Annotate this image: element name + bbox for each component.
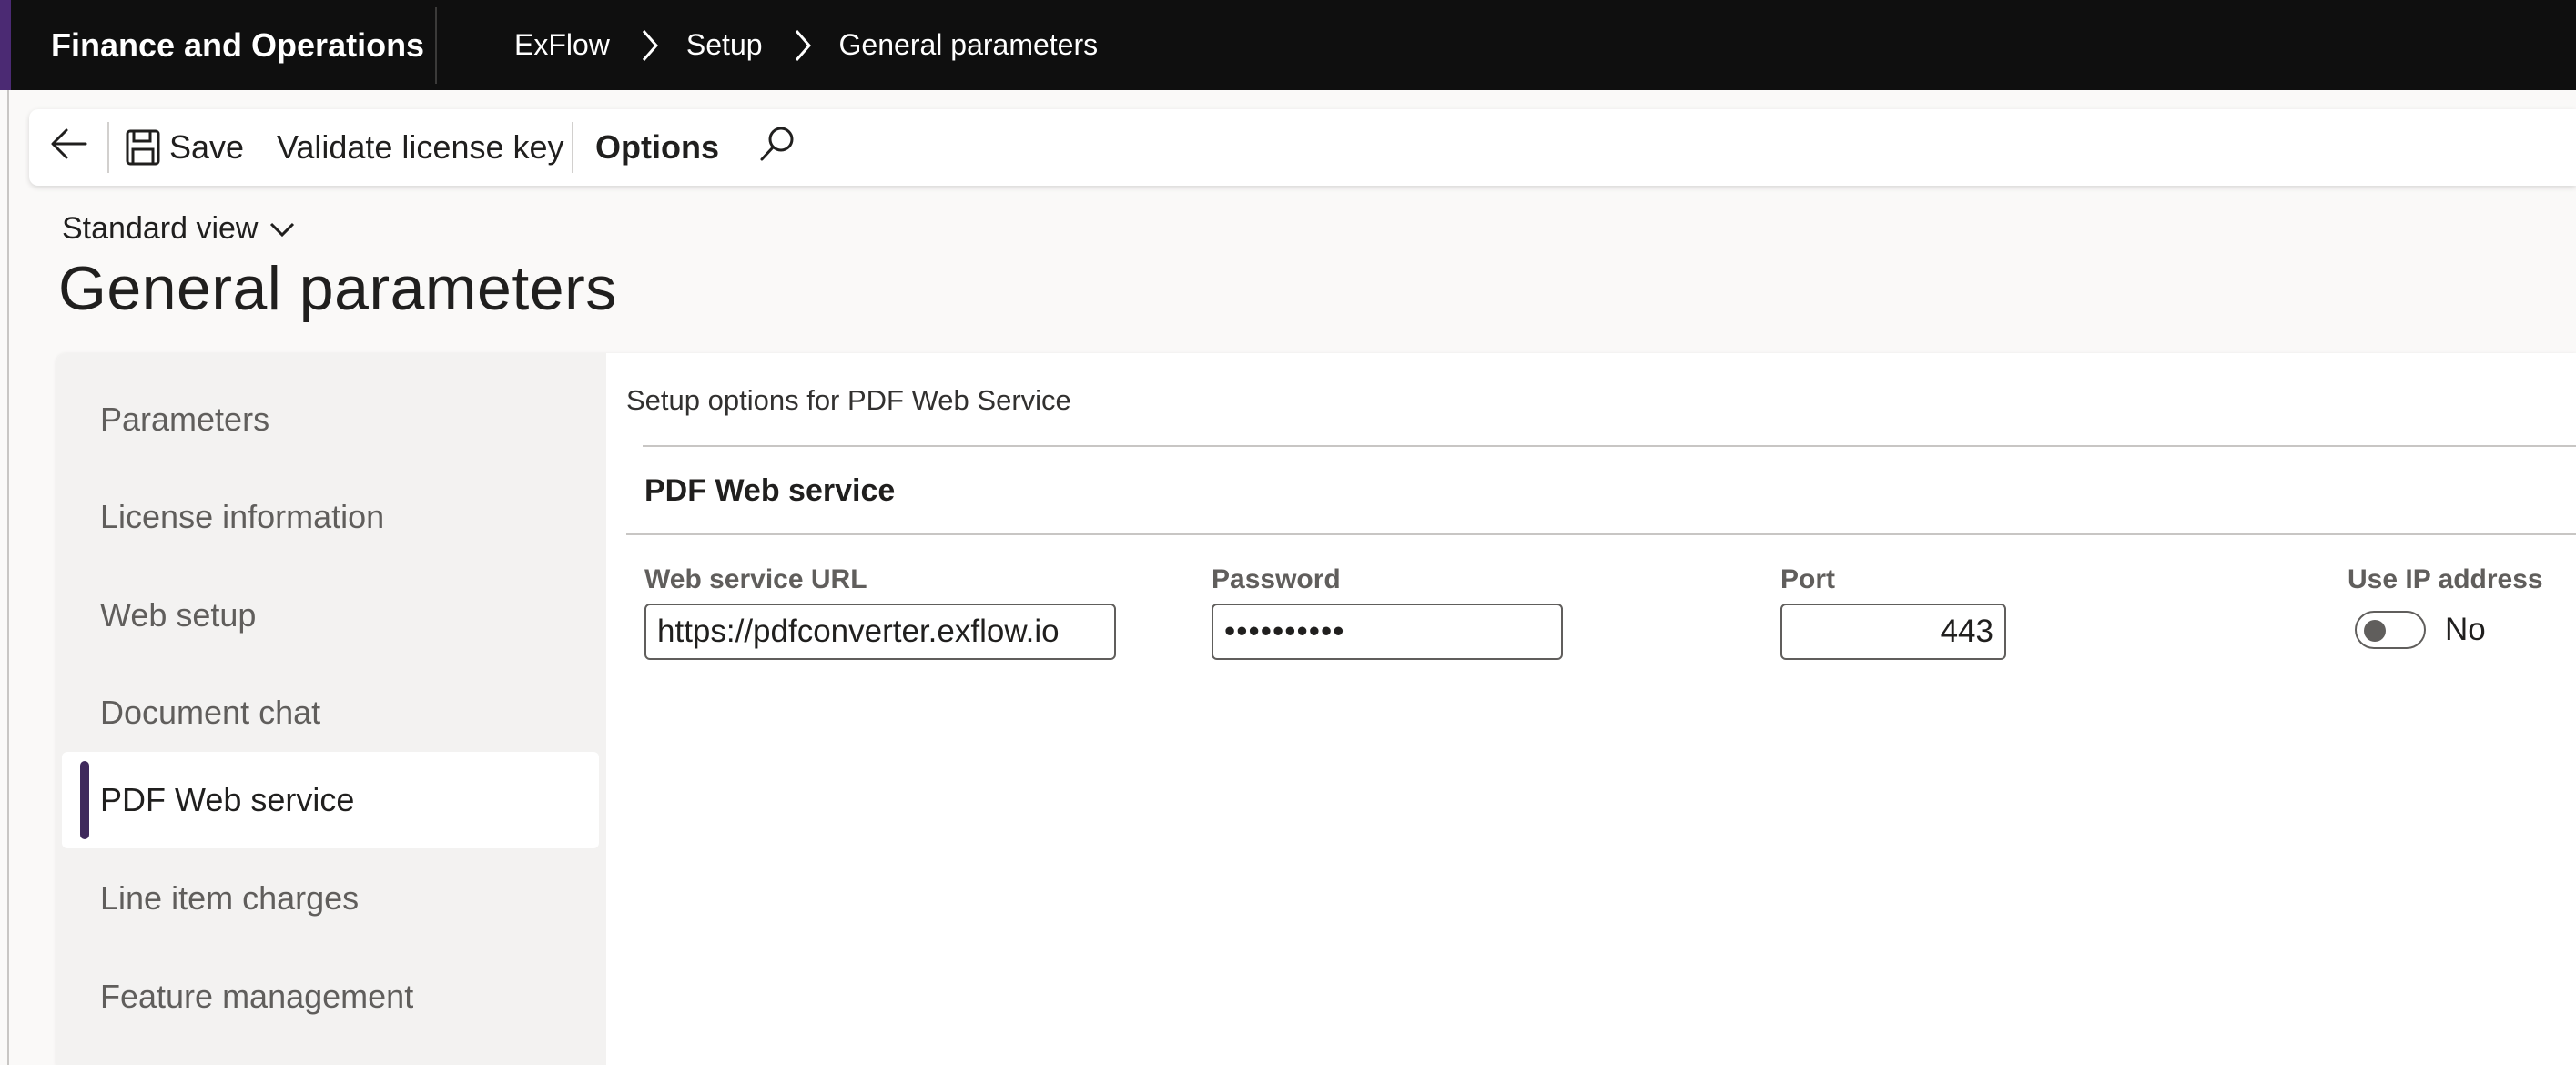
sidebar-item-label: Feature management [100,978,414,1015]
app-name[interactable]: Finance and Operations [51,0,424,90]
web-service-url-input[interactable]: https://pdfconverter.exflow.io [644,604,1116,660]
divider [643,445,2576,447]
port-input[interactable]: 443 [1780,604,2006,660]
topbar-divider [435,7,437,84]
action-separator [107,122,109,173]
options-tab[interactable]: Options [595,109,719,186]
breadcrumb: ExFlow Setup General parameters [514,0,1098,90]
back-button[interactable] [49,109,89,186]
chevron-right-icon [641,28,659,63]
validate-license-key-button[interactable]: Validate license key [277,109,564,186]
sidebar-item-web-setup[interactable]: Web setup [62,567,599,664]
left-edge [0,90,9,1065]
sidebar-item-line-item-charges[interactable]: Line item charges [62,850,599,947]
sidebar-item-label: License information [100,498,385,535]
group-title: PDF Web service [644,473,896,508]
options-label: Options [595,128,719,166]
save-button[interactable]: Save [126,109,244,186]
sidebar-item-document-chat[interactable]: Document chat [62,664,599,761]
action-separator [572,122,573,173]
use-ip-address-toggle[interactable] [2355,611,2426,649]
sidebar-item-label: Parameters [100,401,270,438]
search-button[interactable] [757,109,797,186]
password-input[interactable]: •••••••••• [1212,604,1563,660]
sidebar-item-feature-management[interactable]: Feature management [62,948,599,1045]
breadcrumb-item-exflow[interactable]: ExFlow [514,28,610,62]
brand-accent-strip [0,0,11,90]
use-ip-address-value: No [2445,612,2486,647]
sidebar-item-label: Line item charges [100,879,360,917]
top-nav-bar: Finance and Operations ExFlow Setup Gene… [0,0,2576,90]
selection-indicator [80,761,89,839]
action-pane: Save Validate license key Options [29,109,2576,186]
chevron-right-icon [794,28,812,63]
floppy-disk-icon [126,129,160,166]
breadcrumb-item-general-parameters[interactable]: General parameters [839,28,1099,62]
port-label: Port [1780,564,1835,594]
breadcrumb-item-setup[interactable]: Setup [686,28,763,62]
view-label: Standard view [62,211,259,246]
sidebar-item-pdf-web-service[interactable]: PDF Web service [62,752,599,848]
divider [626,533,2576,535]
sidebar-item-label: PDF Web service [100,781,355,818]
save-label: Save [169,128,245,166]
validate-label: Validate license key [277,128,564,166]
page-title: General parameters [58,254,617,323]
sidebar-item-parameters[interactable]: Parameters [62,371,599,468]
chevron-down-icon [258,220,296,238]
password-label: Password [1212,564,1341,594]
standard-view-selector[interactable]: Standard view [62,211,296,247]
sidebar-item-license-information[interactable]: License information [62,469,599,565]
sidebar-item-label: Document chat [100,694,321,731]
sidebar-item-label: Web setup [100,596,257,634]
web-service-url-label: Web service URL [644,564,867,594]
section-description: Setup options for PDF Web Service [626,384,1071,416]
sidebar-nav: Parameters License information Web setup… [56,353,606,1065]
use-ip-address-label: Use IP address [2348,564,2543,594]
search-icon [757,124,797,172]
toggle-knob [2364,620,2386,642]
arrow-left-icon [49,126,89,170]
